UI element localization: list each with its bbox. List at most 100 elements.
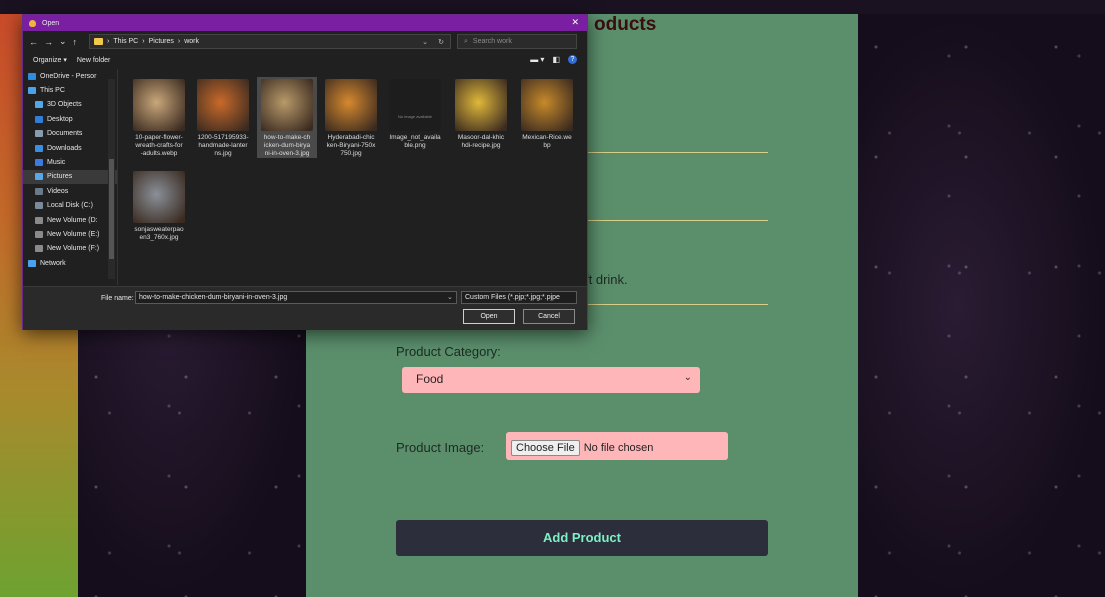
up-arrow-icon[interactable]: ↑ [73, 37, 78, 47]
choose-file-button[interactable]: Choose File [511, 440, 580, 456]
organize-button[interactable]: Organize ▾ [33, 56, 67, 64]
refresh-icon[interactable]: ↻ [438, 38, 444, 46]
breadcrumb-sep-icon: › [142, 38, 145, 45]
search-icon: ⌕ [464, 37, 468, 45]
file-name-line: ns.jpg [214, 150, 232, 157]
scrollbar-thumb[interactable] [109, 159, 114, 259]
view-options-icon[interactable]: ▬ ▾ [530, 55, 544, 64]
close-icon[interactable]: ✕ [571, 17, 579, 28]
address-row: ← → ⌄ ↑ › This PC › Pictures › work ⌄ ↻ … [23, 31, 587, 52]
sidebar-item-3d-objects[interactable]: 3D Objects [23, 98, 117, 112]
computer-icon [28, 87, 36, 95]
sidebar-item-onedrive[interactable]: OneDrive - Persor [23, 69, 117, 83]
sidebar-item-label: Downloads [47, 144, 82, 152]
dialog-title: Open [42, 19, 60, 27]
sidebar-item-desktop[interactable]: Desktop [23, 112, 117, 126]
image-thumbnail [133, 79, 185, 131]
input-underline[interactable] [588, 220, 768, 221]
input-underline[interactable] [588, 304, 768, 305]
sidebar-item-network[interactable]: Network [23, 256, 117, 270]
breadcrumb-sep-icon: › [107, 38, 110, 45]
file-name-input[interactable]: how-to-make-chicken-dum-biryani-in-oven-… [135, 291, 457, 304]
search-placeholder: Search work [472, 38, 512, 45]
cloud-icon [28, 72, 36, 80]
chevron-down-icon[interactable]: ⌄ [447, 293, 453, 301]
file-item[interactable]: how-to-make-ch icken-dum-birya ni-in-oven-… [257, 77, 317, 158]
sidebar-item-volume-d[interactable]: New Volume (D: [23, 213, 117, 227]
view-controls: ▬ ▾ ◧ ? [530, 55, 577, 64]
breadcrumb-work[interactable]: work [184, 38, 199, 45]
file-name-line: wreath-crafts-for [135, 142, 183, 149]
file-name-line: -adults.webp [140, 150, 178, 157]
add-product-button[interactable]: Add Product [396, 520, 768, 556]
address-bar[interactable]: › This PC › Pictures › work ⌄ ↻ [89, 34, 451, 49]
product-image-input[interactable]: Choose File No file chosen [506, 432, 728, 460]
breadcrumb-pictures[interactable]: Pictures [149, 38, 174, 45]
file-item[interactable]: Hyderabadi-chic ken-Biryani-750x 750.jpg [321, 77, 381, 158]
no-file-text: No file chosen [583, 442, 654, 454]
desktop-icon [35, 115, 43, 123]
download-icon [35, 144, 43, 152]
image-thumbnail [133, 171, 185, 223]
file-item[interactable]: No image available Image_not_availa ble.pn… [385, 77, 445, 150]
form-title: oducts [594, 14, 657, 35]
video-icon [35, 187, 43, 195]
chevron-down-icon[interactable]: ⌄ [422, 38, 428, 46]
recent-dropdown-icon[interactable]: ⌄ [59, 36, 67, 47]
sidebar-item-label: Videos [47, 187, 69, 195]
product-category-select[interactable]: Food ⌄ [402, 367, 700, 393]
file-name-line: Mexican-Rice.we [522, 134, 572, 141]
pictures-icon [35, 173, 43, 181]
search-input[interactable]: ⌕ Search work [457, 34, 577, 49]
sidebar-item-this-pc[interactable]: This PC [23, 83, 117, 97]
file-item[interactable]: sonjasweaterpao en3_760x.jpg [129, 169, 189, 242]
sidebar-item-pictures[interactable]: Pictures [23, 169, 117, 185]
sidebar-item-local-disk-c[interactable]: Local Disk (C:) [23, 199, 117, 213]
file-name-line: Hyderabadi-chic [327, 134, 375, 141]
file-name-line: ken-Biryani-750x [326, 142, 376, 149]
file-name-line: sonjasweaterpao [134, 226, 184, 233]
file-name-line: icken-dum-birya [263, 142, 311, 149]
file-name-line: hdi-recipe.jpg [461, 142, 501, 149]
selected-category: Food [416, 372, 444, 386]
sidebar-item-volume-e[interactable]: New Volume (E:) [23, 227, 117, 241]
file-name-line: Image_not_availa [389, 134, 441, 141]
sidebar-item-volume-f[interactable]: New Volume (F:) [23, 242, 117, 256]
breadcrumb-this-pc[interactable]: This PC [113, 38, 138, 45]
image-thumbnail: No image available [389, 79, 441, 131]
sidebar-item-label: Local Disk (C:) [47, 202, 93, 210]
dialog-titlebar[interactable]: Open ✕ [23, 15, 587, 31]
navigation-pane: OneDrive - Persor This PC 3D Objects Des… [23, 69, 118, 285]
sidebar-item-label: 3D Objects [47, 101, 82, 109]
file-type-select[interactable]: Custom Files (*.pjp;*.jpg;*.pjpe [461, 291, 577, 304]
document-icon [35, 130, 43, 138]
dialog-toolbar: Organize ▾ New folder ▬ ▾ ◧ ? [23, 52, 587, 68]
sidebar-item-videos[interactable]: Videos [23, 184, 117, 198]
sidebar-item-downloads[interactable]: Downloads [23, 141, 117, 155]
sidebar-item-label: Desktop [47, 115, 73, 123]
image-thumbnail [455, 79, 507, 131]
sidebar-item-documents[interactable]: Documents [23, 127, 117, 141]
file-name-line: how-to-make-ch [263, 134, 311, 141]
file-item[interactable]: Masoor-dal-khic hdi-recipe.jpg [451, 77, 511, 150]
sidebar-item-label: New Volume (F:) [47, 245, 100, 253]
network-icon [28, 259, 36, 267]
forward-arrow-icon[interactable]: → [44, 37, 53, 47]
file-item[interactable]: Mexican-Rice.we bp [517, 77, 577, 150]
cancel-button[interactable]: Cancel [523, 309, 575, 324]
file-name-line: ni-in-oven-3.jpg [264, 150, 310, 157]
file-item[interactable]: 10-paper-flower-wreath-crafts-for -adults… [129, 77, 189, 158]
product-image-label: Product Image: [396, 440, 485, 455]
new-folder-button[interactable]: New folder [77, 57, 110, 64]
sidebar-item-music[interactable]: Music [23, 155, 117, 169]
back-arrow-icon[interactable]: ← [29, 37, 38, 47]
navigation-scrollbar[interactable] [108, 79, 115, 279]
file-name-line: 10-paper-flower- [135, 134, 183, 141]
preview-pane-icon[interactable]: ◧ [552, 55, 560, 64]
open-button[interactable]: Open [463, 309, 515, 324]
help-icon[interactable]: ? [568, 55, 577, 64]
image-thumbnail [261, 79, 313, 131]
input-underline[interactable] [588, 152, 768, 153]
drive-icon [35, 202, 43, 210]
file-item[interactable]: 1200-517195933- handmade-lanter ns.jpg [193, 77, 253, 158]
